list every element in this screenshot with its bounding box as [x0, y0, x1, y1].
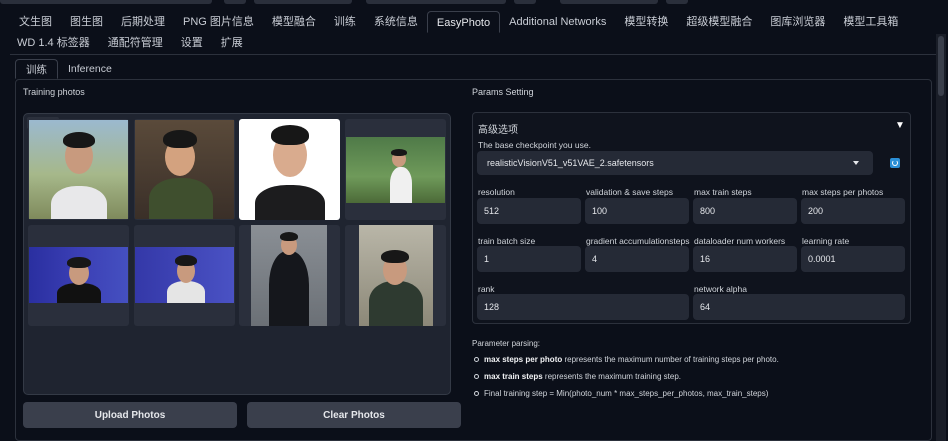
parameter-parsing-title: Parameter parsing: [472, 339, 541, 348]
validation-steps-label: validation & save steps [586, 187, 673, 197]
page-scrollbar[interactable] [936, 34, 946, 441]
photo-image [346, 137, 445, 203]
photo-image [359, 225, 433, 326]
photo-image [135, 120, 234, 219]
training-photo[interactable] [239, 225, 340, 326]
gradient-accumulation-label: gradient accumulationsteps [586, 236, 690, 246]
tab-easyphoto[interactable]: EasyPhoto [426, 11, 501, 33]
bullet-icon [474, 391, 479, 396]
tab-system-info[interactable]: 系统信息 [365, 11, 427, 33]
header-control [254, 0, 352, 4]
tab-checkpoint-merger[interactable]: 模型融合 [263, 11, 325, 33]
tab-train[interactable]: 训练 [325, 11, 365, 33]
bullet-icon [474, 357, 479, 362]
training-photos-gallery[interactable]: 画廊 [23, 113, 451, 395]
easyphoto-subtabs: 训练 Inference [15, 59, 122, 79]
photo-image [249, 119, 331, 220]
photo-image [251, 225, 327, 326]
max-steps-per-photos-input[interactable]: 200 [801, 198, 905, 224]
validation-steps-input[interactable]: 100 [585, 198, 689, 224]
header-control [514, 0, 536, 4]
photo-image [135, 247, 234, 303]
subtab-train[interactable]: 训练 [15, 59, 58, 79]
header-control [224, 0, 246, 4]
refresh-icon[interactable] [890, 158, 900, 168]
main-tabs-row2: WD 1.4 标签器 通配符管理 设置 扩展 [10, 32, 252, 54]
params-setting-label: Params Setting [472, 87, 534, 97]
note-item: Final training step = Min(photo_num * ma… [484, 389, 769, 398]
rank-input[interactable]: 128 [477, 294, 689, 320]
header-control [366, 0, 506, 4]
header-control [666, 0, 688, 4]
training-photo[interactable] [239, 119, 340, 220]
tab-txt2img[interactable]: 文生图 [10, 11, 61, 33]
learning-rate-input[interactable]: 0.0001 [801, 246, 905, 272]
clear-photos-button[interactable]: Clear Photos [247, 402, 461, 428]
tab-image-browser[interactable]: 图库浏览器 [761, 11, 834, 33]
header-control [0, 0, 212, 4]
tab-extensions[interactable]: 扩展 [212, 32, 252, 54]
subtab-inference[interactable]: Inference [58, 59, 122, 79]
network-alpha-input[interactable]: 64 [693, 294, 905, 320]
checkpoint-label: The base checkpoint you use. [478, 140, 591, 150]
resolution-label: resolution [478, 187, 515, 197]
collapse-icon[interactable]: ▼ [895, 120, 905, 131]
advanced-options-title[interactable]: 高级选项 [478, 121, 518, 136]
learning-rate-label: learning rate [802, 236, 850, 246]
checkpoint-value: realisticVisionV51_v51VAE_2.safetensors [487, 158, 654, 168]
tab-settings[interactable]: 设置 [172, 32, 212, 54]
tab-super-merger[interactable]: 超级模型融合 [677, 11, 761, 33]
header-strip [0, 0, 948, 7]
dataloader-workers-label: dataloader num workers [694, 236, 786, 246]
training-photo[interactable] [345, 119, 446, 220]
training-photo[interactable] [134, 225, 235, 326]
tab-extras[interactable]: 后期处理 [112, 11, 174, 33]
training-photos-label: Training photos [23, 87, 85, 97]
tab-model-toolkit[interactable]: 模型工具箱 [834, 11, 907, 33]
header-control [560, 0, 658, 4]
main-tabs-row1: 文生图 图生图 后期处理 PNG 图片信息 模型融合 训练 系统信息 EasyP… [10, 11, 907, 33]
tab-divider [10, 54, 936, 55]
tab-img2img[interactable]: 图生图 [61, 11, 112, 33]
upload-photos-button[interactable]: Upload Photos [23, 402, 237, 428]
train-batch-size-input[interactable]: 1 [477, 246, 581, 272]
training-photo[interactable] [28, 119, 129, 220]
rank-label: rank [478, 284, 495, 294]
chevron-down-icon [853, 161, 859, 165]
gradient-accumulation-input[interactable]: 4 [585, 246, 689, 272]
scrollbar-thumb[interactable] [938, 36, 944, 96]
bullet-icon [474, 374, 479, 379]
training-photo[interactable] [345, 225, 446, 326]
tab-wd14-tagger[interactable]: WD 1.4 标签器 [10, 32, 99, 54]
training-photo[interactable] [28, 225, 129, 326]
network-alpha-label: network alpha [694, 284, 747, 294]
resolution-input[interactable]: 512 [477, 198, 581, 224]
train-batch-size-label: train batch size [478, 236, 536, 246]
tab-model-converter[interactable]: 模型转换 [615, 11, 677, 33]
max-train-steps-input[interactable]: 800 [693, 198, 797, 224]
max-steps-per-photos-label: max steps per photos [802, 187, 884, 197]
tab-png-info[interactable]: PNG 图片信息 [174, 11, 263, 33]
tab-additional-networks[interactable]: Additional Networks [500, 11, 615, 33]
photo-image [29, 247, 128, 303]
note-item: max steps per photo represents the maxim… [484, 355, 779, 364]
max-train-steps-label: max train steps [694, 187, 752, 197]
checkpoint-select[interactable]: realisticVisionV51_v51VAE_2.safetensors [477, 151, 873, 175]
dataloader-workers-input[interactable]: 16 [693, 246, 797, 272]
photo-image [29, 120, 128, 219]
tab-wildcards-manager[interactable]: 通配符管理 [99, 32, 172, 54]
training-photo[interactable] [134, 119, 235, 220]
note-item: max train steps represents the maximum t… [484, 372, 681, 381]
